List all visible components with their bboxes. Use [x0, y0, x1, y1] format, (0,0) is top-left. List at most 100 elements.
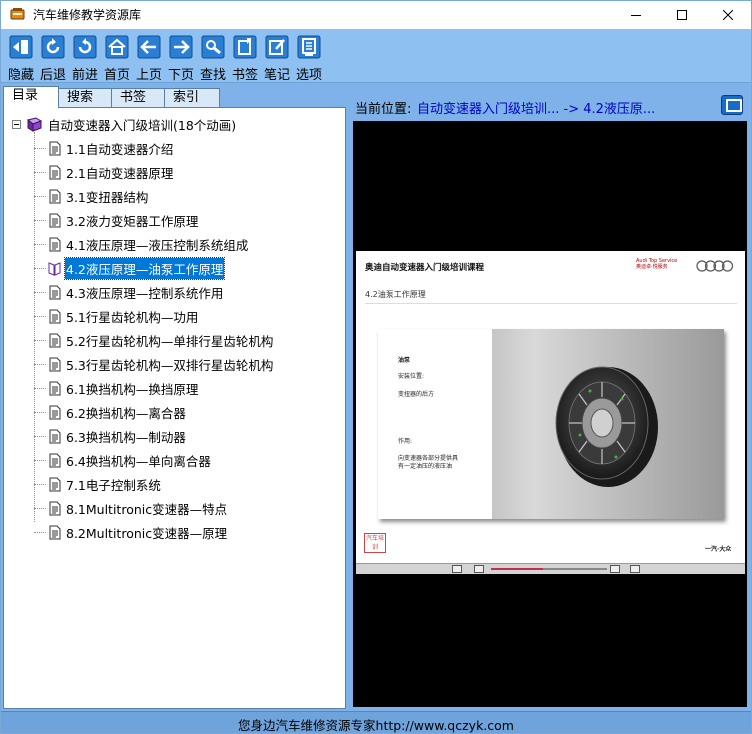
tree-item-label: 6.1换挡机构—换挡原理 [66, 381, 199, 397]
progress-track[interactable] [491, 568, 607, 570]
options-button[interactable]: 选项 [293, 35, 325, 83]
volume-button[interactable] [610, 565, 620, 573]
tree-connector [34, 171, 46, 173]
tree-connector [34, 291, 46, 293]
slide-heading: 奥迪自动变速器入门级培训课程 [365, 263, 485, 273]
tree-item[interactable]: 6.3换挡机构—制动器 [34, 426, 187, 446]
home-button[interactable]: 首页 [101, 35, 133, 83]
slide-divider [365, 303, 737, 304]
document-icon [49, 309, 61, 323]
bookmark-button[interactable]: 书签 [229, 35, 261, 83]
position-value: 变扭器的后方 [398, 391, 435, 398]
hide-icon [9, 35, 33, 59]
tab-search[interactable]: 搜索 [58, 88, 112, 107]
tree-item-label: 4.1液压原理—液压控制系统组成 [66, 237, 249, 253]
document-icon [49, 333, 61, 347]
document-icon [49, 453, 61, 467]
tree-item[interactable]: 4.2液压原理—油泵工作原理 [34, 256, 226, 280]
nav-tabs: 目录 搜索 书签 索引 [3, 86, 346, 108]
status-bar: 您身边汽车维修资源专家http://www.qczyk.com [1, 711, 751, 733]
note-icon [265, 35, 289, 59]
document-icon [49, 525, 61, 539]
tree-item[interactable]: 3.1变扭器结构 [34, 186, 149, 206]
tree-item-label: 4.3液压原理—控制系统作用 [66, 285, 224, 301]
document-icon [49, 285, 61, 299]
tree-connector [34, 267, 46, 269]
tree-item[interactable]: 8.2Multitronic变速器—原理 [34, 522, 228, 542]
document-icon [49, 189, 61, 203]
tree-connector [34, 315, 46, 317]
document-icon [49, 213, 61, 227]
stop-button[interactable] [630, 565, 640, 573]
tree-item[interactable]: 6.2换挡机构—离合器 [34, 402, 187, 422]
note-button[interactable]: 笔记 [261, 35, 293, 83]
tree-connector [34, 459, 46, 461]
tree-item[interactable]: 3.2液力变矩器工作原理 [34, 210, 199, 230]
function-label: 作用: [398, 438, 413, 445]
next-page-button[interactable]: 下页 [165, 35, 197, 83]
status-text: 您身边汽车维修资源专家http://www.qczyk.com [238, 718, 514, 733]
book-icon [26, 116, 43, 132]
function-line-2: 有一定油压的液压油 [398, 463, 453, 470]
pause-button[interactable] [452, 565, 462, 573]
tree-connector [34, 243, 46, 245]
back-button[interactable]: 后退 [37, 35, 69, 83]
collapse-icon[interactable] [12, 119, 21, 129]
forward-icon [73, 35, 97, 59]
app-window: 汽车维修教学资源库 隐藏 后退 前进 首页 上页 下页 查找 书签 笔记 选项 … [0, 0, 752, 734]
tree-item[interactable]: 4.3液压原理—控制系统作用 [34, 282, 224, 302]
tree-item-label: 8.2Multitronic变速器—原理 [66, 525, 228, 541]
search-button[interactable]: 查找 [197, 35, 229, 83]
home-icon [105, 35, 129, 59]
tree-item-label: 2.1自动变速器原理 [66, 165, 174, 181]
open-book-icon [48, 261, 61, 276]
tree-item-label: 3.1变扭器结构 [66, 189, 149, 205]
fullscreen-monitor-icon[interactable] [721, 95, 743, 115]
search-icon [201, 35, 225, 59]
tree-item[interactable]: 1.1自动变速器介绍 [34, 138, 174, 158]
tab-bookmarks[interactable]: 书签 [111, 88, 165, 107]
tree-item[interactable]: 6.4换挡机构—单向离合器 [34, 450, 212, 470]
tree-item[interactable]: 8.1Multitronic变速器—特点 [34, 498, 228, 518]
minimize-button[interactable] [613, 1, 659, 29]
tab-contents[interactable]: 目录 [3, 86, 59, 108]
hide-button[interactable]: 隐藏 [5, 35, 37, 83]
bookmark-icon [233, 35, 257, 59]
tree-item[interactable]: 7.1电子控制系统 [34, 474, 162, 494]
prev-page-button[interactable]: 上页 [133, 35, 165, 83]
tree-item[interactable]: 5.2行星齿轮机构—单排行星齿轮机构 [34, 330, 274, 350]
close-icon [723, 10, 733, 20]
tab-index[interactable]: 索引 [164, 88, 220, 107]
position-label: 安装位置: [398, 373, 425, 380]
title-bar: 汽车维修教学资源库 [1, 1, 751, 29]
maximize-icon [677, 10, 687, 20]
forward-button[interactable]: 前进 [69, 35, 101, 83]
rewind-button[interactable] [474, 565, 484, 573]
tree-item[interactable]: 5.3行星齿轮机构—双排行星齿轮机构 [34, 354, 274, 374]
animation-viewer[interactable]: 奥迪自动变速器入门级培训课程 Audi Top Service 奥迪卓·悦服务 … [353, 121, 747, 707]
slide: 奥迪自动变速器入门级培训课程 Audi Top Service 奥迪卓·悦服务 … [356, 251, 745, 563]
tree-item-label: 4.2液压原理—油泵工作原理 [63, 256, 226, 280]
tree-root[interactable]: 自动变速器入门级培训(18个动画) [12, 114, 236, 134]
tree-item-label: 5.2行星齿轮机构—单排行星齿轮机构 [66, 333, 274, 349]
tree-item[interactable]: 2.1自动变速器原理 [34, 162, 174, 182]
tree-item[interactable]: 6.1换挡机构—换挡原理 [34, 378, 199, 398]
tree-item[interactable]: 5.1行星齿轮机构—功用 [34, 306, 199, 326]
document-icon [49, 357, 61, 371]
tree-item[interactable]: 4.1液压原理—液压控制系统组成 [34, 234, 249, 254]
tree-connector [34, 387, 46, 389]
back-icon [41, 35, 65, 59]
slide-subheading: 4.2油泵工作原理 [365, 290, 426, 299]
document-icon [49, 429, 61, 443]
document-icon [49, 381, 61, 395]
app-icon [10, 8, 25, 20]
tree-root-label: 自动变速器入门级培训(18个动画) [48, 117, 237, 133]
prev-page-icon [137, 35, 161, 59]
minimize-icon [631, 15, 641, 16]
next-page-icon [169, 35, 193, 59]
contents-tree: 自动变速器入门级培训(18个动画) 1.1自动变速器介绍 2.1自动变速器原理 3.… [3, 107, 346, 709]
tree-item-label: 6.3换挡机构—制动器 [66, 429, 186, 445]
location-path[interactable]: 自动变速器入门级培训... -> 4.2液压原... [417, 98, 655, 117]
close-button[interactable] [705, 1, 751, 29]
maximize-button[interactable] [659, 1, 705, 29]
